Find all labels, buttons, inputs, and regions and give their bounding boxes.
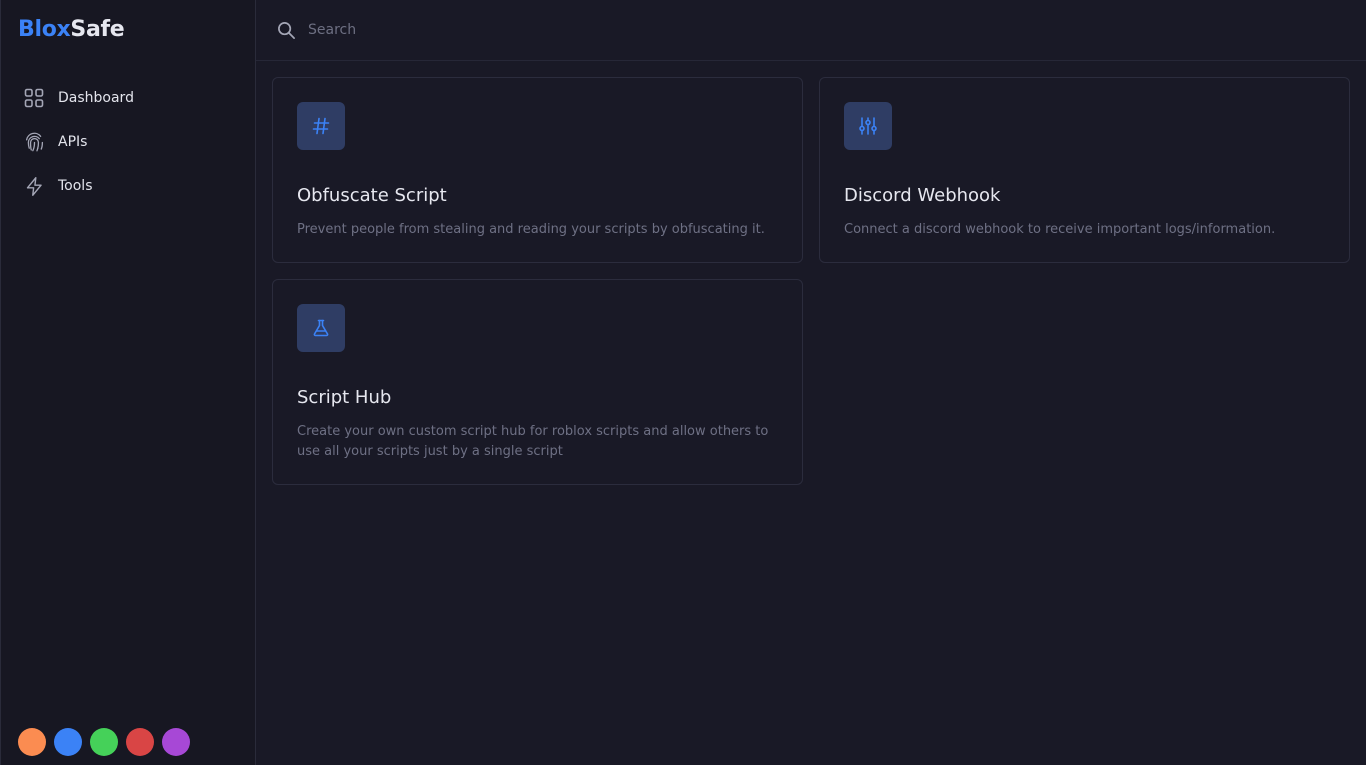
sidebar: BloxSafe Dashboard APIs Tools [0, 0, 256, 765]
sidebar-item-label: Tools [58, 178, 93, 194]
brand-part-safe: Safe [70, 17, 125, 42]
sidebar-item-apis[interactable]: APIs [1, 120, 255, 164]
theme-swatch-orange[interactable] [18, 728, 46, 756]
sidebar-nav: Dashboard APIs Tools [1, 76, 255, 208]
sliders-icon [844, 102, 892, 150]
card-discord-webhook[interactable]: Discord Webhook Connect a discord webhoo… [819, 77, 1350, 263]
search-input[interactable] [308, 22, 908, 38]
app-root: BloxSafe Dashboard APIs Tools Search Obf… [0, 0, 1366, 765]
grid-icon [23, 87, 45, 109]
card-script-hub[interactable]: Script Hub Create your own custom script… [272, 279, 803, 485]
theme-swatches [18, 728, 190, 756]
flask-icon [297, 304, 345, 352]
sidebar-item-label: Dashboard [58, 90, 134, 106]
search-icon [276, 20, 296, 40]
main-content: Obfuscate Script Prevent people from ste… [256, 0, 1366, 765]
theme-swatch-blue[interactable] [54, 728, 82, 756]
lightning-icon [23, 175, 45, 197]
sidebar-item-label: APIs [58, 134, 88, 150]
brand-part-blox: Blox [18, 17, 71, 42]
top-bar [256, 0, 1366, 61]
card-description: Prevent people from stealing and reading… [297, 222, 765, 237]
brand-logo[interactable]: BloxSafe [18, 17, 125, 42]
card-title: Discord Webhook [844, 185, 1001, 206]
sidebar-item-tools[interactable]: Tools [1, 164, 255, 208]
card-description: Connect a discord webhook to receive imp… [844, 222, 1276, 237]
hash-icon [297, 102, 345, 150]
card-obfuscate-script[interactable]: Obfuscate Script Prevent people from ste… [272, 77, 803, 263]
theme-swatch-green[interactable] [90, 728, 118, 756]
theme-swatch-purple[interactable] [162, 728, 190, 756]
fingerprint-icon [23, 131, 45, 153]
card-description: Create your own custom script hub for ro… [297, 424, 769, 459]
card-title: Script Hub [297, 387, 392, 408]
card-title: Obfuscate Script [297, 185, 447, 206]
theme-swatch-red[interactable] [126, 728, 154, 756]
sidebar-item-dashboard[interactable]: Dashboard [1, 76, 255, 120]
